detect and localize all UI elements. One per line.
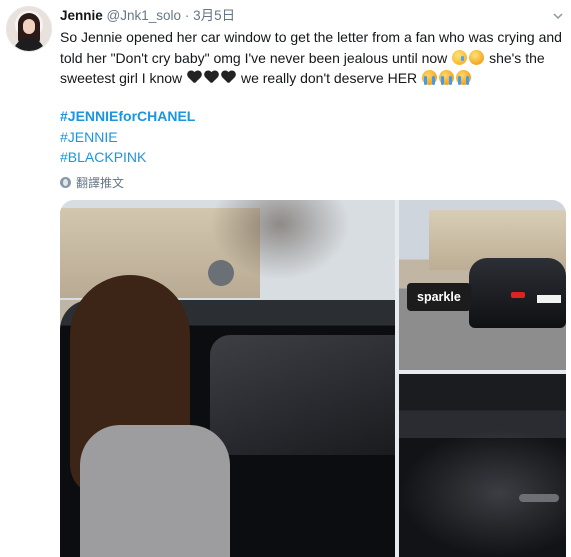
loudly-crying-face-emoji [456,70,472,85]
confounded-face-emoji [469,49,485,65]
tweet-text-segment: we really don't deserve HER [240,70,418,86]
tweet-text-line-2: told her "Don't cry baby" omg I've never… [60,48,565,69]
black-heart-emoji [204,70,219,85]
tweet-text-segment: told her "Don't cry baby" omg I've never… [60,49,448,66]
separator: · [184,8,190,23]
loudly-crying-face-emoji [422,70,438,85]
translate-label: 翻譯推文 [76,176,125,190]
media-photo-top-right[interactable]: sparkle [399,200,566,370]
hashtag-link[interactable]: #JENNIEforCHANEL [60,106,195,127]
media-grid: sparkle [60,200,566,557]
user-handle[interactable]: @Jnk1_solo [107,8,182,23]
media-photo-bottom-right[interactable] [399,374,566,557]
tweet-date[interactable]: 3月5日 [193,8,235,23]
translate-tweet-link[interactable]: 翻譯推文 [60,175,124,191]
tweet-text-line-3: sweetest girl I know we really don't des… [60,68,565,89]
hashtag-list: #JENNIEforCHANEL #JENNIE #BLACKPINK [60,106,195,168]
sparkle-sticker: sparkle [407,283,471,311]
tweet-card[interactable]: Jennie @Jnk1_solo · 3月5日 So Jennie opene… [0,0,571,557]
hashtag-link[interactable]: #BLACKPINK [60,147,195,168]
tweet-text-segment: she's the [489,49,545,66]
display-name[interactable]: Jennie [60,8,103,23]
chevron-down-icon[interactable] [553,11,563,21]
hashtag-link[interactable]: #JENNIE [60,127,195,148]
avatar[interactable] [6,6,52,52]
sticker-label: sparkle [417,290,461,304]
tweet-text: So Jennie opened her car window to get t… [60,27,565,89]
tweet-text-line-1: So Jennie opened her car window to get t… [60,29,562,45]
black-heart-emoji [187,70,202,85]
media-photo-main[interactable] [60,200,395,557]
tweet-header: Jennie @Jnk1_solo · 3月5日 [60,6,563,26]
sad-relieved-face-emoji [452,49,468,65]
black-heart-emoji [221,70,236,85]
tweet-text-segment: sweetest girl I know [60,70,183,86]
loudly-crying-face-emoji [439,70,455,85]
globe-icon [60,177,71,188]
